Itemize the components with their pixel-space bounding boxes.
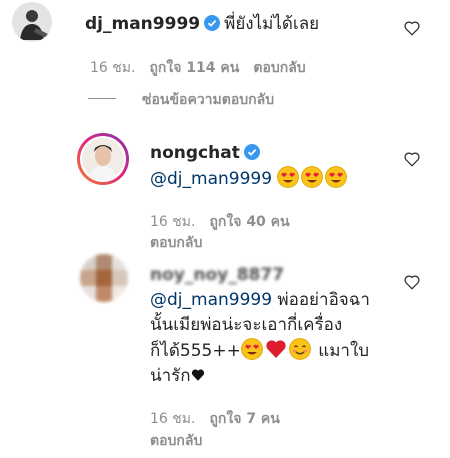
reply-username[interactable]: noy_noy_8877	[150, 265, 284, 285]
avatar	[80, 136, 126, 182]
reply-time: 16 ชม.	[150, 411, 196, 427]
verified-badge-icon	[204, 15, 221, 31]
red-heart-emoji	[266, 340, 286, 358]
comment-meta: 16 ชม. ถูกใจ 114 คน ตอบกลับ	[90, 57, 320, 79]
reply-text-part: น่ารัก	[150, 366, 191, 386]
reply-button[interactable]: ตอบกลับ	[150, 430, 202, 452]
reply-username[interactable]: nongchat	[150, 143, 240, 163]
mention-link[interactable]: @dj_man9999	[150, 290, 272, 310]
avatar-image	[82, 138, 124, 180]
reply-button[interactable]: ตอบกลับ	[253, 60, 305, 76]
mention-link[interactable]: @dj_man9999	[150, 169, 272, 189]
reply-text-line: นั้นเมียพ่อน่ะจะเอากี่เครื่อง	[150, 315, 343, 335]
reply-text: @dj_man9999 พ่ออย่าอิจฉา นั้นเมียพ่อน่ะจ…	[150, 288, 400, 389]
reply-time: 16 ชม.	[150, 214, 196, 230]
reply-text-line: ก็ได้555++ แมาใบ	[150, 338, 400, 364]
heart-eyes-emoji	[240, 338, 263, 360]
avatar-image	[12, 2, 52, 42]
comment-likes[interactable]: ถูกใจ 114 คน	[149, 60, 239, 76]
heart-eyes-emoji	[301, 166, 324, 188]
reply-meta: 16 ชม. ถูกใจ 40 คน	[150, 211, 304, 233]
verified-badge-icon	[243, 144, 260, 160]
comment-username[interactable]: dj_man9999	[85, 14, 200, 34]
smiling-face-emoji	[288, 338, 311, 360]
reply-meta: 16 ชม. ถูกใจ 7 คน	[150, 408, 294, 430]
reply-header: nongchat	[150, 143, 264, 163]
heart-eyes-emoji	[277, 166, 300, 188]
reply-button[interactable]: ตอบกลับ	[150, 232, 202, 254]
comment-time: 16 ชม.	[90, 60, 136, 76]
heart-eyes-emoji	[325, 166, 348, 188]
black-heart-emoji	[191, 369, 204, 381]
reply-text-part: แมาใบ	[312, 341, 370, 361]
comment-line: dj_man9999 พี่ยังไม่ได้เลย	[85, 10, 319, 37]
heart-outline-icon[interactable]	[403, 19, 421, 37]
hide-replies-button[interactable]: ซ่อนข้อความตอบกลับ	[142, 89, 274, 111]
reply-likes[interactable]: ถูกใจ 40 คน	[209, 214, 289, 230]
reply-text: @dj_man9999	[150, 166, 349, 189]
reply-text-part: พ่ออย่าอิจฉา	[272, 290, 370, 310]
divider	[88, 98, 116, 99]
reply-text-line: @dj_man9999 พ่ออย่าอิจฉา	[150, 288, 400, 313]
reply-text-part: ก็ได้555++	[150, 341, 241, 361]
heart-outline-icon[interactable]	[403, 150, 421, 168]
comment-text: พี่ยังไม่ได้เลย	[224, 14, 320, 34]
heart-outline-icon[interactable]	[403, 273, 421, 291]
avatar[interactable]	[12, 2, 52, 42]
story-ring[interactable]	[77, 133, 129, 185]
reply-likes[interactable]: ถูกใจ 7 คน	[209, 411, 279, 427]
reply-text-line: น่ารัก	[150, 364, 400, 389]
avatar[interactable]	[80, 254, 128, 302]
avatar-image	[80, 254, 128, 302]
